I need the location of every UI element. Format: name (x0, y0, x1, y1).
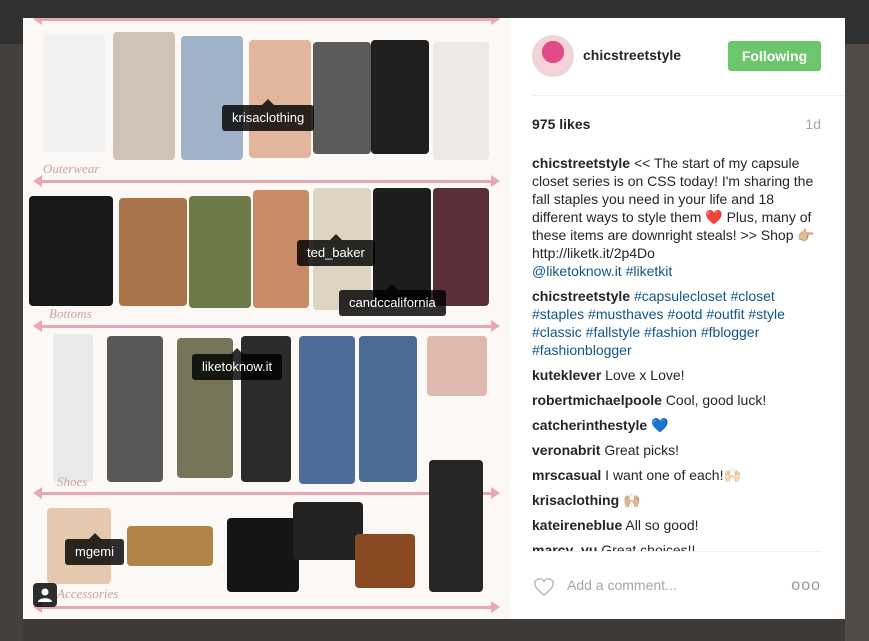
list-item: robertmichaelpoole Cool, good luck! (532, 391, 821, 409)
item-grey-jeans (107, 336, 163, 482)
comment-text: Great picks! (600, 442, 680, 458)
list-item: krisaclothing 🙌🏼 (532, 491, 821, 509)
item-blush-blouse (249, 40, 311, 158)
post-modal: Outerwear Bottoms Shoes Accessories kris (23, 18, 845, 619)
comment-text: All so good! (622, 517, 699, 533)
backdrop-right-strip (845, 44, 869, 641)
avatar[interactable] (532, 35, 574, 77)
section-label-shoes: Shoes (57, 474, 88, 489)
caption-link: http://liketk.it/2p4Do (532, 245, 655, 261)
item-pink-shorts (427, 336, 487, 396)
more-options-icon[interactable]: ooo (791, 577, 821, 595)
following-button[interactable]: Following (728, 41, 821, 71)
item-plaid-dress (433, 188, 489, 306)
item-leather-jacket (29, 196, 113, 306)
post-username[interactable]: chicstreetstyle (583, 47, 681, 63)
hashtag-comment: chicstreetstyle #capsulecloset #closet #… (532, 287, 821, 359)
item-black-turtleneck (371, 40, 429, 154)
comment-username[interactable]: veronabrit (532, 442, 600, 458)
item-black-pumps (227, 518, 299, 592)
item-white-tunic (433, 42, 489, 160)
list-item: catcherinthestyle 💙 (532, 416, 821, 434)
list-item: mrscasual I want one of each!🙌🏻 (532, 466, 821, 484)
item-ripped-jeans (359, 336, 417, 482)
heart-icon[interactable] (533, 576, 555, 598)
comment-username[interactable]: catcherinthestyle (532, 417, 647, 433)
caption-point-emoji: 👉🏼 (797, 227, 815, 243)
caption-heart-emoji: ❤️ (705, 209, 723, 225)
section-label-accessories: Accessories (57, 586, 119, 601)
caption: chicstreetstyle << The start of my capsu… (532, 154, 821, 280)
post-header: chicstreetstyle Following (532, 18, 845, 96)
user-tag-mgemi[interactable]: mgemi (65, 533, 125, 565)
item-chambray-shirt (181, 36, 243, 160)
comment-text: Cool, good luck! (661, 392, 767, 408)
add-comment-input[interactable]: Add a comment... (567, 577, 677, 593)
item-plaid-shirt (113, 32, 175, 160)
comment-username[interactable]: robertmichaelpoole (532, 392, 662, 408)
item-black-booties (293, 502, 363, 560)
section-arrow (33, 601, 500, 613)
comment-text: Love x Love! (601, 367, 685, 383)
comment-username[interactable]: mrscasual (532, 467, 601, 483)
comments-list[interactable]: chicstreetstyle << The start of my capsu… (532, 154, 821, 552)
item-leopard-loafers (127, 526, 213, 566)
user-tag-candccalifornia[interactable]: candccalifornia (339, 284, 446, 316)
item-striped-top (313, 42, 371, 154)
post-photo[interactable]: Outerwear Bottoms Shoes Accessories kris (23, 18, 510, 619)
caption-mentions[interactable]: @liketoknow.it #liketkit (532, 263, 672, 279)
list-item: kuteklever Love x Love! (532, 366, 821, 384)
item-utility-jacket (189, 196, 251, 308)
section-label-bottoms: Bottoms (49, 306, 92, 321)
comment-text: I want one of each!🙌🏻 (601, 467, 741, 483)
comment-username[interactable]: krisaclothing (532, 492, 619, 508)
comment-username[interactable]: kateireneblue (532, 517, 622, 533)
caption-username[interactable]: chicstreetstyle (532, 155, 630, 171)
comment-username[interactable]: chicstreetstyle (532, 288, 630, 304)
section-arrow (33, 487, 500, 499)
section-label-outerwear: Outerwear (43, 161, 100, 176)
list-item: veronabrit Great picks! (532, 441, 821, 459)
item-flare-jeans (299, 336, 355, 484)
likes-count[interactable]: 975 likes (532, 116, 590, 132)
section-arrow (33, 18, 500, 25)
user-tag-icon[interactable] (33, 583, 57, 607)
likes-row: 975 likes 1d (532, 116, 821, 132)
item-white-jeans (53, 334, 93, 482)
backdrop-bottom-strip (23, 619, 845, 641)
user-tag-ted-baker[interactable]: ted_baker (297, 234, 375, 266)
post-details-panel: chicstreetstyle Following 975 likes 1d c… (510, 18, 845, 619)
backdrop-left-strip (0, 44, 23, 641)
list-item: kateireneblue All so good! (532, 516, 821, 534)
item-suede-jacket (119, 198, 187, 306)
user-tag-liketoknow[interactable]: liketoknow.it (192, 348, 283, 380)
item-black-dress (373, 188, 431, 306)
section-arrow (33, 175, 500, 187)
item-white-tee (43, 34, 105, 152)
comment-text: 💙 (647, 417, 669, 433)
comment-username[interactable]: kuteklever (532, 367, 601, 383)
post-time[interactable]: 1d (805, 116, 821, 132)
section-arrow (33, 320, 500, 332)
item-brown-booties (355, 534, 415, 588)
user-tag-krisaclothing[interactable]: krisaclothing (222, 99, 315, 131)
comment-footer: Add a comment... ooo (532, 551, 821, 619)
item-otk-boots (429, 460, 483, 592)
comment-text: 🙌🏼 (619, 492, 641, 508)
